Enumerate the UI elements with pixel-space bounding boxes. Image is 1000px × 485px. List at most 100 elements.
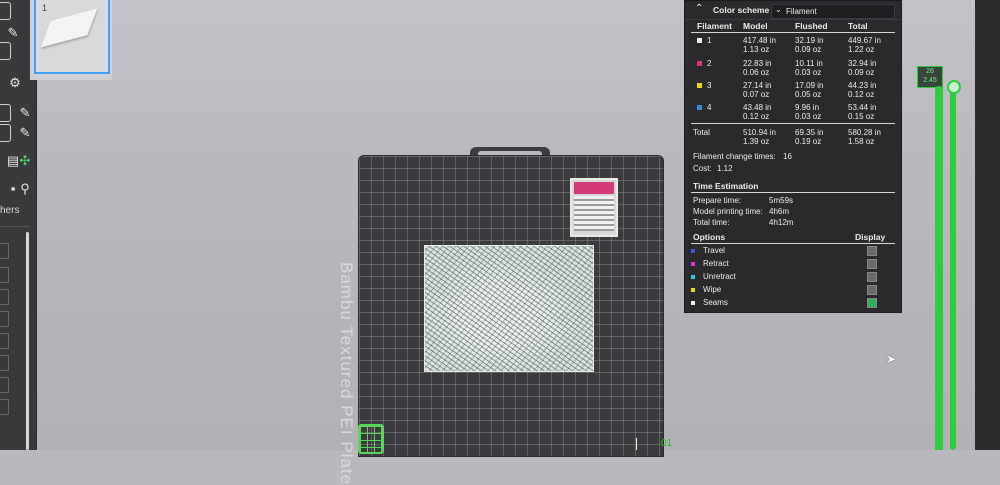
time-estimation-title: Time Estimation (693, 181, 759, 191)
filament-id: 3 (707, 81, 712, 90)
option-label: Retract (703, 259, 729, 268)
option-seams[interactable]: Seams (685, 297, 901, 309)
sidebar-field[interactable] (0, 104, 11, 122)
flushed-length: 9.96 in (795, 103, 820, 112)
model-weight: 0.06 oz (743, 68, 770, 77)
model-printing-time-label: Model printing time: (693, 207, 763, 216)
wipe-display-checkbox[interactable] (867, 285, 877, 295)
filament-change-value: 16 (783, 152, 792, 161)
layer-number: 26 (926, 68, 934, 75)
unretract-color-swatch (691, 275, 695, 279)
total-weight: 1.22 oz (848, 45, 875, 54)
option-label: Wipe (703, 285, 722, 294)
total-weight: 0.15 oz (848, 112, 875, 121)
col-header-flushed: Flushed (795, 21, 828, 31)
mouse-cursor-icon: ➤ (886, 352, 897, 366)
grand-total-length: 580.28 in (848, 128, 881, 137)
panel-header: ⌃ Color scheme ⌄ Filament (685, 1, 901, 20)
retract-display-checkbox[interactable] (867, 259, 877, 269)
model-length: 22.83 in (743, 59, 772, 68)
total-model-length: 510.94 in (743, 128, 776, 137)
col-header-filament: Filament (697, 21, 732, 31)
flushed-length: 17.09 in (795, 81, 824, 90)
flushed-weight: 0.03 oz (795, 112, 822, 121)
travel-display-checkbox[interactable] (867, 246, 877, 256)
chevron-down-icon: ⌄ (775, 5, 782, 14)
list-item[interactable] (0, 289, 9, 305)
color-scheme-value: Filament (786, 7, 817, 16)
prepare-time-value: 5m59s (769, 196, 794, 205)
prime-tower-layers (574, 196, 614, 231)
cost-value: 1.12 (717, 164, 733, 173)
list-item[interactable] (0, 377, 9, 393)
horizontal-slider-tick[interactable] (636, 438, 637, 450)
prepare-time-label: Prepare time: (693, 196, 742, 205)
layer-slider-rail[interactable] (950, 90, 956, 450)
total-weight: 0.12 oz (848, 90, 875, 99)
option-wipe[interactable]: Wipe (685, 284, 901, 296)
total-flushed-length: 69.35 in (795, 128, 824, 137)
grid-icon[interactable]: ✣ (14, 152, 36, 170)
total-length: 449.67 in (848, 36, 881, 45)
total-divider (691, 123, 895, 124)
total-length: 53.44 in (848, 103, 877, 112)
model-weight: 0.12 oz (743, 112, 770, 121)
collapse-chevron-icon[interactable]: ⌃ (695, 3, 703, 14)
seams-color-swatch (691, 301, 695, 305)
color-scheme-select[interactable]: ⌄ Filament (771, 4, 895, 19)
list-item[interactable] (0, 399, 9, 415)
total-model-weight: 1.39 oz (743, 137, 770, 146)
filament-4-swatch (697, 105, 702, 110)
layer-height: 2.45 (923, 77, 937, 84)
options-divider (691, 243, 895, 244)
filament-3-swatch (697, 83, 702, 88)
sidebar-scrollbar[interactable] (26, 232, 29, 450)
search-icon[interactable]: ⚲ (14, 180, 36, 198)
sliced-model[interactable] (424, 245, 594, 372)
flushed-weight: 0.09 oz (795, 45, 822, 54)
layer-slider-handle[interactable] (947, 80, 961, 94)
model-weight: 1.13 oz (743, 45, 770, 54)
header-divider (691, 32, 895, 33)
unretract-display-checkbox[interactable] (867, 272, 877, 282)
total-row-label: Total (693, 128, 710, 137)
flushed-length: 32.19 in (795, 36, 824, 45)
sidebar-field[interactable] (0, 42, 11, 60)
sidebar-field[interactable] (0, 2, 11, 20)
edit-icon[interactable]: ✎ (14, 104, 36, 122)
filament-id: 1 (707, 36, 712, 45)
time-divider (691, 192, 895, 193)
list-item[interactable] (0, 355, 9, 371)
right-edge-panel (975, 0, 1000, 450)
col-header-total: Total (848, 21, 868, 31)
seams-display-checkbox[interactable] (867, 298, 877, 308)
sidebar-field[interactable] (0, 124, 11, 142)
prime-tower[interactable] (570, 178, 618, 237)
list-item[interactable] (0, 243, 9, 259)
retract-color-swatch (691, 262, 695, 266)
list-item[interactable] (0, 333, 9, 349)
option-label: Travel (703, 246, 725, 255)
col-header-model: Model (743, 21, 768, 31)
color-scheme-label: Color scheme (713, 5, 770, 15)
list-item[interactable] (0, 311, 9, 327)
display-title: Display (855, 232, 886, 242)
flushed-weight: 0.05 oz (795, 90, 822, 99)
option-retract[interactable]: Retract (685, 258, 901, 270)
options-title: Options (693, 232, 726, 242)
flushed-weight: 0.03 oz (795, 68, 822, 77)
plate-thumbnail[interactable]: 1 (34, 0, 110, 74)
layer-range-bar[interactable] (935, 86, 943, 450)
total-flushed-weight: 0.19 oz (795, 137, 822, 146)
filament-id: 2 (707, 59, 712, 68)
list-item[interactable] (0, 267, 9, 283)
edit-icon[interactable]: ✎ (2, 24, 24, 42)
option-travel[interactable]: Travel (685, 245, 901, 257)
edit-icon[interactable]: ✎ (14, 124, 36, 142)
model-length: 43.48 in (743, 103, 772, 112)
plate-thumbnail-strip: 1 (30, 0, 112, 80)
sidebar-section-label: hers (0, 205, 20, 216)
model-length: 417.48 in (743, 36, 776, 45)
settings-gear-icon[interactable]: ⚙ (4, 74, 26, 92)
option-unretract[interactable]: Unretract (685, 271, 901, 283)
